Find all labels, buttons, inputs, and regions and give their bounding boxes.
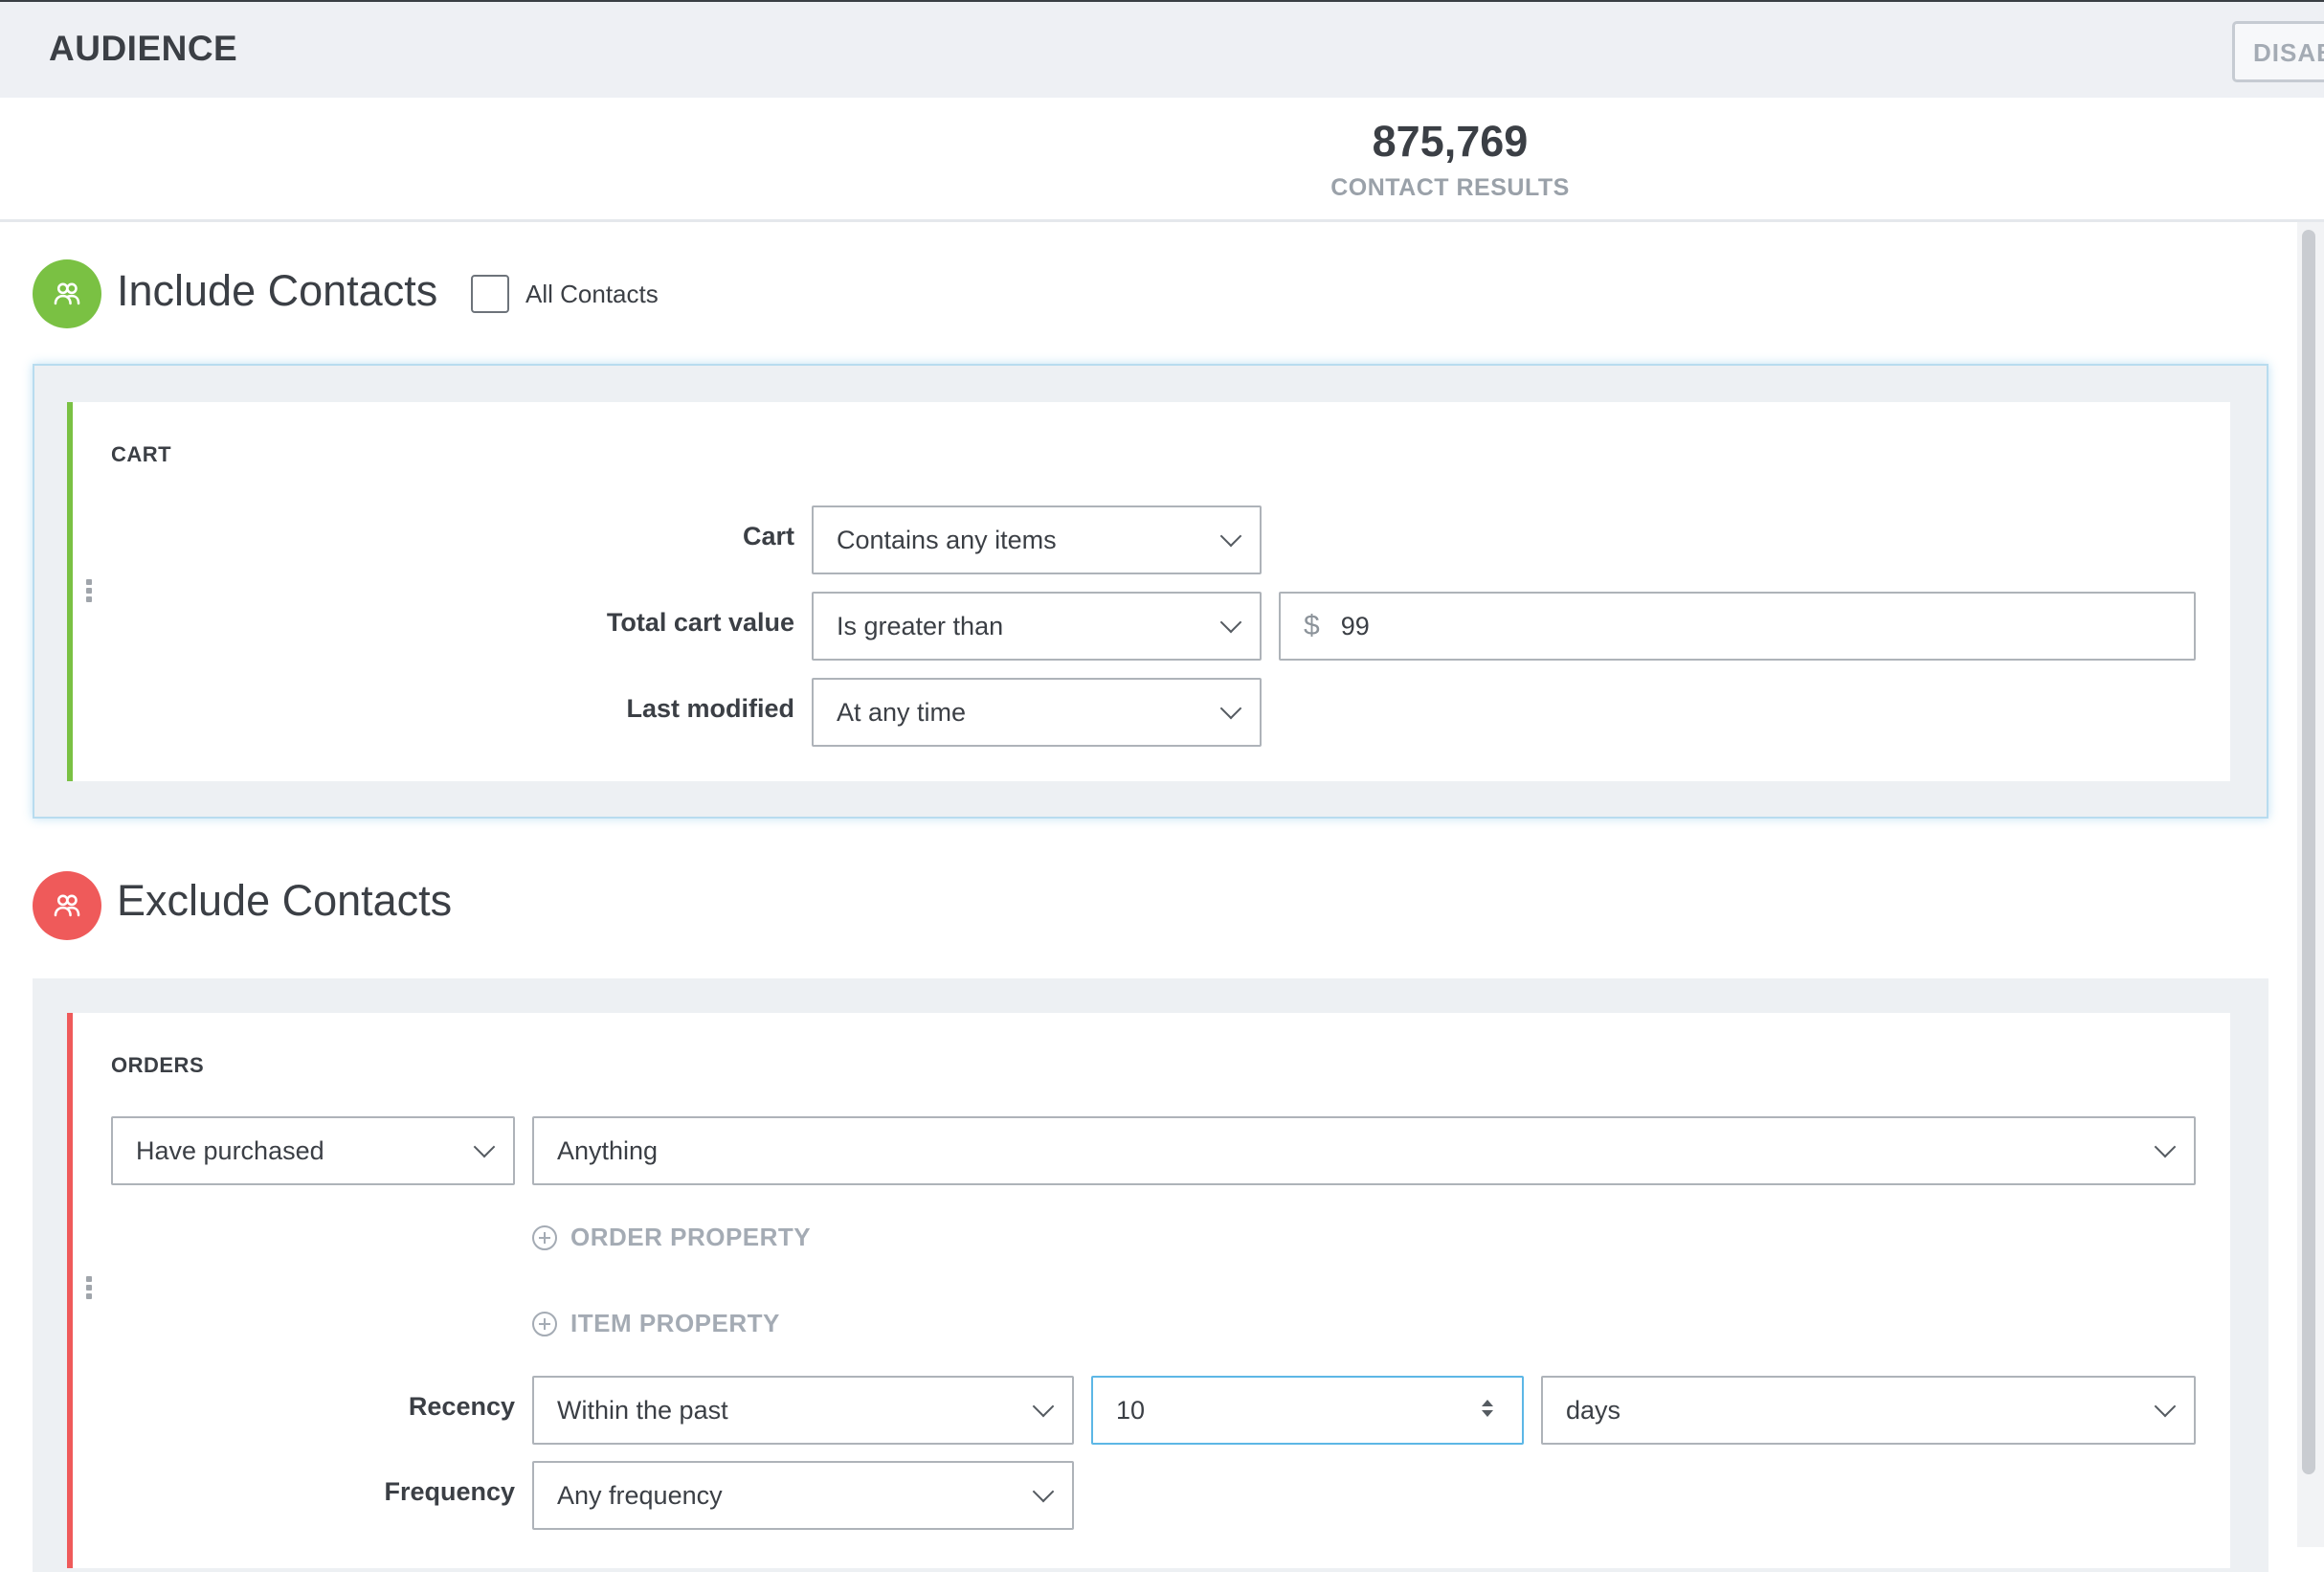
chevron-down-icon xyxy=(1219,525,1242,548)
last-modified-select[interactable]: At any time xyxy=(812,678,1262,747)
chevron-down-icon xyxy=(1032,1480,1055,1503)
add-order-property-button[interactable]: ORDER PROPERTY xyxy=(532,1223,811,1252)
purchase-condition-value: Have purchased xyxy=(136,1135,324,1165)
frequency-value: Any frequency xyxy=(557,1480,723,1510)
page-header: AUDIENCE DISAB xyxy=(0,2,2324,98)
chevron-down-icon xyxy=(1032,1395,1055,1418)
recency-unit-select[interactable]: days xyxy=(1541,1376,2196,1445)
frequency-select[interactable]: Any frequency xyxy=(532,1461,1074,1530)
exclude-contacts-title: Exclude Contacts xyxy=(117,876,453,925)
cart-label: Cart xyxy=(742,522,794,550)
purchase-condition-select[interactable]: Have purchased xyxy=(111,1116,515,1185)
add-item-property-button[interactable]: ITEM PROPERTY xyxy=(532,1309,780,1338)
scrollbar-thumb[interactable] xyxy=(2302,230,2315,1474)
recency-number-value: 10 xyxy=(1116,1395,1146,1425)
total-cart-value-label: Total cart value xyxy=(606,608,794,637)
chevron-down-icon xyxy=(1219,611,1242,634)
add-item-property-label: ITEM PROPERTY xyxy=(570,1309,780,1337)
include-people-icon xyxy=(33,259,101,328)
purchased-item-select[interactable]: Anything xyxy=(532,1116,2196,1185)
include-accent-bar xyxy=(67,402,73,781)
cart-condition-select[interactable]: Contains any items xyxy=(812,505,1262,574)
recency-select[interactable]: Within the past xyxy=(532,1376,1074,1445)
chevron-down-icon xyxy=(1219,697,1242,720)
total-cart-value-condition: Is greater than xyxy=(837,611,1004,640)
chevron-down-icon xyxy=(2154,1135,2177,1158)
drag-handle-icon[interactable] xyxy=(86,1276,92,1302)
plus-circle-icon xyxy=(532,1224,557,1250)
recency-unit-value: days xyxy=(1566,1395,1621,1425)
chevron-down-icon xyxy=(2154,1395,2177,1418)
all-contacts-checkbox[interactable] xyxy=(471,275,509,313)
exclude-accent-bar xyxy=(67,1013,73,1568)
recency-label: Recency xyxy=(408,1392,515,1421)
total-cart-amount-input[interactable]: $ 99 xyxy=(1279,592,2196,661)
cart-card-title: CART xyxy=(111,442,172,466)
dollar-icon: $ xyxy=(1304,610,1320,641)
all-contacts-label: All Contacts xyxy=(525,280,659,308)
exclude-people-icon xyxy=(33,871,101,940)
recency-number-input[interactable]: 10 xyxy=(1091,1376,1524,1445)
contact-results-count: 875,769 xyxy=(1372,117,1529,166)
total-cart-amount-value: 99 xyxy=(1340,611,1370,640)
drag-handle-icon[interactable] xyxy=(86,579,92,605)
frequency-label: Frequency xyxy=(384,1477,515,1506)
cart-condition-value: Contains any items xyxy=(837,525,1057,554)
recency-value: Within the past xyxy=(557,1395,728,1425)
last-modified-label: Last modified xyxy=(626,694,794,723)
number-spinner-icon[interactable] xyxy=(1482,1400,1493,1421)
add-order-property-label: ORDER PROPERTY xyxy=(570,1223,812,1251)
include-contacts-title: Include Contacts xyxy=(117,266,438,315)
plus-circle-icon xyxy=(532,1311,557,1336)
total-cart-value-select[interactable]: Is greater than xyxy=(812,592,1262,661)
chevron-down-icon xyxy=(473,1135,496,1158)
page-title: AUDIENCE xyxy=(49,29,238,68)
last-modified-value: At any time xyxy=(837,697,967,727)
purchased-item-value: Anything xyxy=(557,1135,659,1165)
disable-button[interactable]: DISAB xyxy=(2232,21,2324,82)
contact-results-label: CONTACT RESULTS xyxy=(1330,174,1570,201)
contact-results-panel: 875,769 CONTACT RESULTS xyxy=(0,98,2324,222)
orders-card-title: ORDERS xyxy=(111,1053,205,1077)
